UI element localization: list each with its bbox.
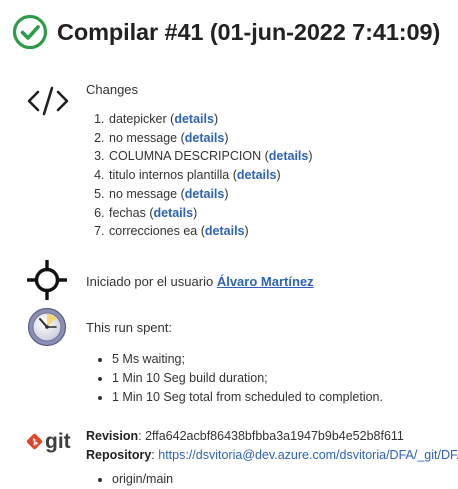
details-link[interactable]: details [153, 206, 193, 220]
change-message: correcciones ea [109, 224, 198, 239]
branch-list: origin/main [86, 470, 173, 489]
build-header: Compilar #41 (01-jun-2022 7:41:09) [12, 10, 440, 54]
change-message: COLUMNA DESCRIPCION [109, 149, 262, 164]
revision-label: Revision [86, 429, 139, 443]
list-item: no message (details) [108, 129, 313, 148]
change-message: titulo internos plantilla [109, 168, 230, 183]
details-link[interactable]: details [185, 187, 225, 201]
change-message: fechas [109, 205, 146, 220]
list-item: origin/main [112, 470, 173, 489]
repository-link[interactable]: https://dsvitoria@dev.azure.com/dsvitori… [158, 448, 458, 462]
repository-label: Repository [86, 448, 152, 462]
repository-row: Repository: https://dsvitoria@dev.azure.… [86, 446, 458, 465]
changes-list: datepicker (details) no message (details… [86, 110, 313, 241]
details-link[interactable]: details [174, 112, 214, 126]
change-message: no message [109, 186, 178, 201]
revision-hash: 2ffa642acbf86438bfbba3a1947b9b4e52b8f611 [145, 429, 404, 443]
commit-icon [27, 260, 67, 300]
change-message: no message [109, 130, 178, 145]
list-item: fechas (details) [108, 204, 313, 223]
changes-label: Changes [86, 82, 139, 97]
git-info: Revision: 2ffa642acbf86438bfbba3a1947b9b… [86, 427, 458, 465]
details-link[interactable]: details [237, 168, 277, 182]
code-icon [27, 86, 69, 116]
list-item: datepicker (details) [108, 110, 313, 129]
started-by: Iniciado por el usuario Álvaro Martínez [86, 274, 314, 289]
list-item: COLUMNA DESCRIPCION (details) [108, 147, 313, 166]
change-message: datepicker [109, 112, 167, 126]
list-item: 5 Ms waiting; [112, 350, 383, 369]
started-by-text: Iniciado por el usuario [86, 274, 214, 289]
list-item: 1 Min 10 Seg build duration; [112, 369, 383, 388]
user-link[interactable]: Álvaro Martínez [217, 274, 314, 289]
details-link[interactable]: details [269, 149, 309, 163]
details-link[interactable]: details [185, 131, 225, 145]
success-check-icon [12, 14, 48, 50]
list-item: correcciones ea (details) [108, 222, 313, 241]
list-item: titulo internos plantilla (details) [108, 166, 313, 185]
git-logo: git [26, 429, 71, 453]
git-logo-text: git [45, 429, 71, 453]
timing-list: 5 Ms waiting; 1 Min 10 Seg build duratio… [86, 350, 383, 407]
list-item: no message (details) [108, 185, 313, 204]
spent-label: This run spent: [86, 320, 172, 335]
revision-row: Revision: 2ffa642acbf86438bfbba3a1947b9b… [86, 429, 404, 443]
clock-icon [27, 307, 67, 347]
git-diamond-icon [26, 433, 43, 449]
page-title: Compilar #41 (01-jun-2022 7:41:09) [57, 18, 441, 45]
list-item: 1 Min 10 Seg total from scheduled to com… [112, 388, 383, 407]
details-link[interactable]: details [205, 224, 245, 238]
